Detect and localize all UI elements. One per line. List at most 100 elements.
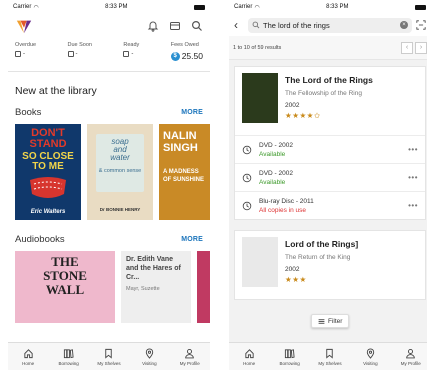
books-section-title: Books bbox=[15, 107, 42, 118]
audiobooks-section-header: Audiobooks MORE bbox=[8, 234, 210, 245]
result-title[interactable]: The Lord of the Rings bbox=[285, 75, 373, 85]
availability-status: Available bbox=[259, 150, 286, 158]
result-card[interactable]: Lord of the Rings] The Return of the Kin… bbox=[234, 230, 426, 300]
search-bar: ‹ The lord of the rings × bbox=[229, 14, 427, 36]
tab-my-profile[interactable]: My Profile bbox=[171, 348, 209, 366]
search-icon bbox=[252, 21, 260, 29]
more-options-icon[interactable]: ••• bbox=[408, 173, 418, 182]
home-screen: Carrier ◠ 8:33 PM Overdue - Due Soon - R… bbox=[8, 0, 210, 370]
person-icon bbox=[185, 348, 195, 358]
wifi-icon: ◠ bbox=[33, 4, 39, 11]
wifi-icon: ◠ bbox=[254, 4, 260, 11]
book-cover[interactable]: soap and water & common sense Dr BONNIE … bbox=[87, 124, 153, 220]
back-chevron-icon[interactable]: ‹ bbox=[234, 18, 244, 32]
tab-visiting[interactable]: Visiting bbox=[130, 348, 168, 366]
filter-lines-icon bbox=[318, 318, 325, 324]
due-soon-stat[interactable]: Due Soon - bbox=[67, 42, 92, 71]
home-icon bbox=[24, 348, 33, 358]
audiobook-author: Mayr, Suzette bbox=[126, 286, 160, 292]
status-time: 8:33 PM bbox=[326, 4, 349, 10]
result-card-header[interactable]: The Lord of the Rings The Fellowship of … bbox=[235, 67, 425, 135]
rating-stars: ★★★★✩ bbox=[285, 111, 321, 120]
fees-owed-stat[interactable]: Fees Owed $25.50 bbox=[170, 42, 203, 71]
battery-icon bbox=[414, 4, 426, 10]
status-time: 8:33 PM bbox=[105, 4, 128, 10]
availability-status: All copies in use bbox=[259, 206, 306, 214]
rating-stars: ★★★ bbox=[285, 275, 307, 284]
library-logo-icon bbox=[16, 20, 32, 34]
format-name: Blu-ray Disc - 2011 bbox=[259, 197, 314, 205]
result-subtitle: The Return of the King bbox=[285, 254, 351, 261]
tab-visiting[interactable]: Visiting bbox=[351, 348, 389, 366]
tab-borrowing[interactable]: Borrowing bbox=[50, 348, 88, 366]
account-summary: Overdue - Due Soon - Ready - Fees Owed $… bbox=[8, 38, 210, 72]
books-carousel[interactable]: DON'T STAND SO CLOSE TO ME Eric Walters … bbox=[8, 118, 210, 220]
filter-label: Filter bbox=[328, 317, 343, 325]
audiobook-title: Dr. Edith Vane and the Hares of Cr... bbox=[126, 256, 181, 281]
result-year: 2002 bbox=[285, 266, 300, 273]
face-mask-illustration bbox=[30, 177, 66, 198]
result-year: 2002 bbox=[285, 102, 300, 109]
search-input[interactable]: The lord of the rings × bbox=[248, 17, 412, 33]
books-section-header: Books MORE bbox=[8, 107, 210, 118]
new-at-library-heading: New at the library bbox=[15, 85, 97, 97]
bookmark-icon bbox=[326, 348, 334, 359]
previous-page-button[interactable]: ‹ bbox=[401, 41, 413, 54]
top-bar bbox=[8, 14, 210, 38]
availability-status: Available bbox=[259, 178, 286, 186]
audiobook-cover[interactable]: Dr. Edith Vane and the Hares of Cr... Ma… bbox=[121, 251, 191, 323]
carrier-label: Carrier bbox=[234, 4, 253, 10]
search-results-screen: Carrier ◠ 8:33 PM ‹ The lord of the ring… bbox=[229, 0, 427, 370]
location-pin-icon bbox=[366, 348, 375, 359]
audiobooks-section-title: Audiobooks bbox=[15, 234, 65, 245]
books-more-link[interactable]: MORE bbox=[181, 109, 203, 116]
audiobooks-more-link[interactable]: MORE bbox=[181, 236, 203, 243]
notifications-bell-icon[interactable] bbox=[147, 20, 159, 32]
book-cover[interactable]: NALIN SINGH A MADNESS OF SUNSHINE bbox=[159, 124, 210, 220]
result-card-header[interactable]: Lord of the Rings] The Return of the Kin… bbox=[235, 231, 425, 299]
format-row[interactable]: DVD - 2002 Available ••• bbox=[235, 135, 425, 163]
tab-my-shelves[interactable]: My Shelves bbox=[311, 348, 349, 366]
more-options-icon[interactable]: ••• bbox=[408, 145, 418, 154]
barcode-scan-icon[interactable] bbox=[416, 20, 426, 30]
audiobook-cover[interactable]: THE STONE WALL bbox=[15, 251, 115, 323]
tab-my-profile[interactable]: My Profile bbox=[392, 348, 427, 366]
clear-search-icon[interactable]: × bbox=[400, 21, 408, 29]
result-subtitle: The Fellowship of the Ring bbox=[285, 90, 362, 97]
home-icon bbox=[245, 348, 254, 358]
tab-home[interactable]: Home bbox=[230, 348, 268, 366]
book-cover[interactable]: DON'T STAND SO CLOSE TO ME Eric Walters bbox=[15, 124, 81, 220]
filter-button[interactable]: Filter bbox=[311, 314, 350, 328]
tab-my-shelves[interactable]: My Shelves bbox=[90, 348, 128, 366]
result-title[interactable]: Lord of the Rings] bbox=[285, 239, 358, 249]
carrier-label: Carrier bbox=[13, 4, 32, 10]
result-cover-placeholder[interactable] bbox=[242, 237, 278, 287]
result-cover-image[interactable] bbox=[242, 73, 278, 123]
format-row[interactable]: DVD - 2002 Available ••• bbox=[235, 163, 425, 191]
search-query-text[interactable]: The lord of the rings bbox=[263, 21, 397, 30]
pagination: ‹ › bbox=[401, 41, 427, 54]
format-row[interactable]: Blu-ray Disc - 2011 All copies in use ••… bbox=[235, 191, 425, 219]
tab-home[interactable]: Home bbox=[9, 348, 47, 366]
calendar-icon bbox=[67, 51, 74, 57]
bottom-tab-bar: Home Borrowing My Shelves Visiting My Pr… bbox=[8, 342, 210, 370]
hold-clock-icon bbox=[242, 145, 252, 154]
audiobooks-carousel[interactable]: THE STONE WALL Dr. Edith Vane and the Ha… bbox=[8, 245, 210, 323]
search-icon[interactable] bbox=[191, 20, 203, 32]
result-card[interactable]: The Lord of the Rings The Fellowship of … bbox=[234, 66, 426, 220]
audiobook-cover[interactable] bbox=[197, 251, 210, 323]
library-card-icon[interactable] bbox=[169, 20, 181, 32]
books-icon bbox=[63, 348, 74, 358]
tab-borrowing[interactable]: Borrowing bbox=[271, 348, 309, 366]
next-page-button[interactable]: › bbox=[415, 41, 427, 54]
hold-shelf-icon bbox=[123, 51, 130, 57]
results-summary: 1 to 10 of 59 results ‹ › bbox=[229, 36, 427, 60]
overdue-stat[interactable]: Overdue - bbox=[15, 42, 36, 71]
bookmark-icon bbox=[105, 348, 113, 359]
dollar-coin-icon: $ bbox=[170, 51, 180, 61]
books-icon bbox=[284, 348, 295, 358]
calendar-icon bbox=[15, 51, 21, 57]
ready-stat[interactable]: Ready - bbox=[123, 42, 139, 71]
bottom-tab-bar: Home Borrowing My Shelves Visiting My Pr… bbox=[229, 342, 427, 370]
more-options-icon[interactable]: ••• bbox=[408, 201, 418, 210]
